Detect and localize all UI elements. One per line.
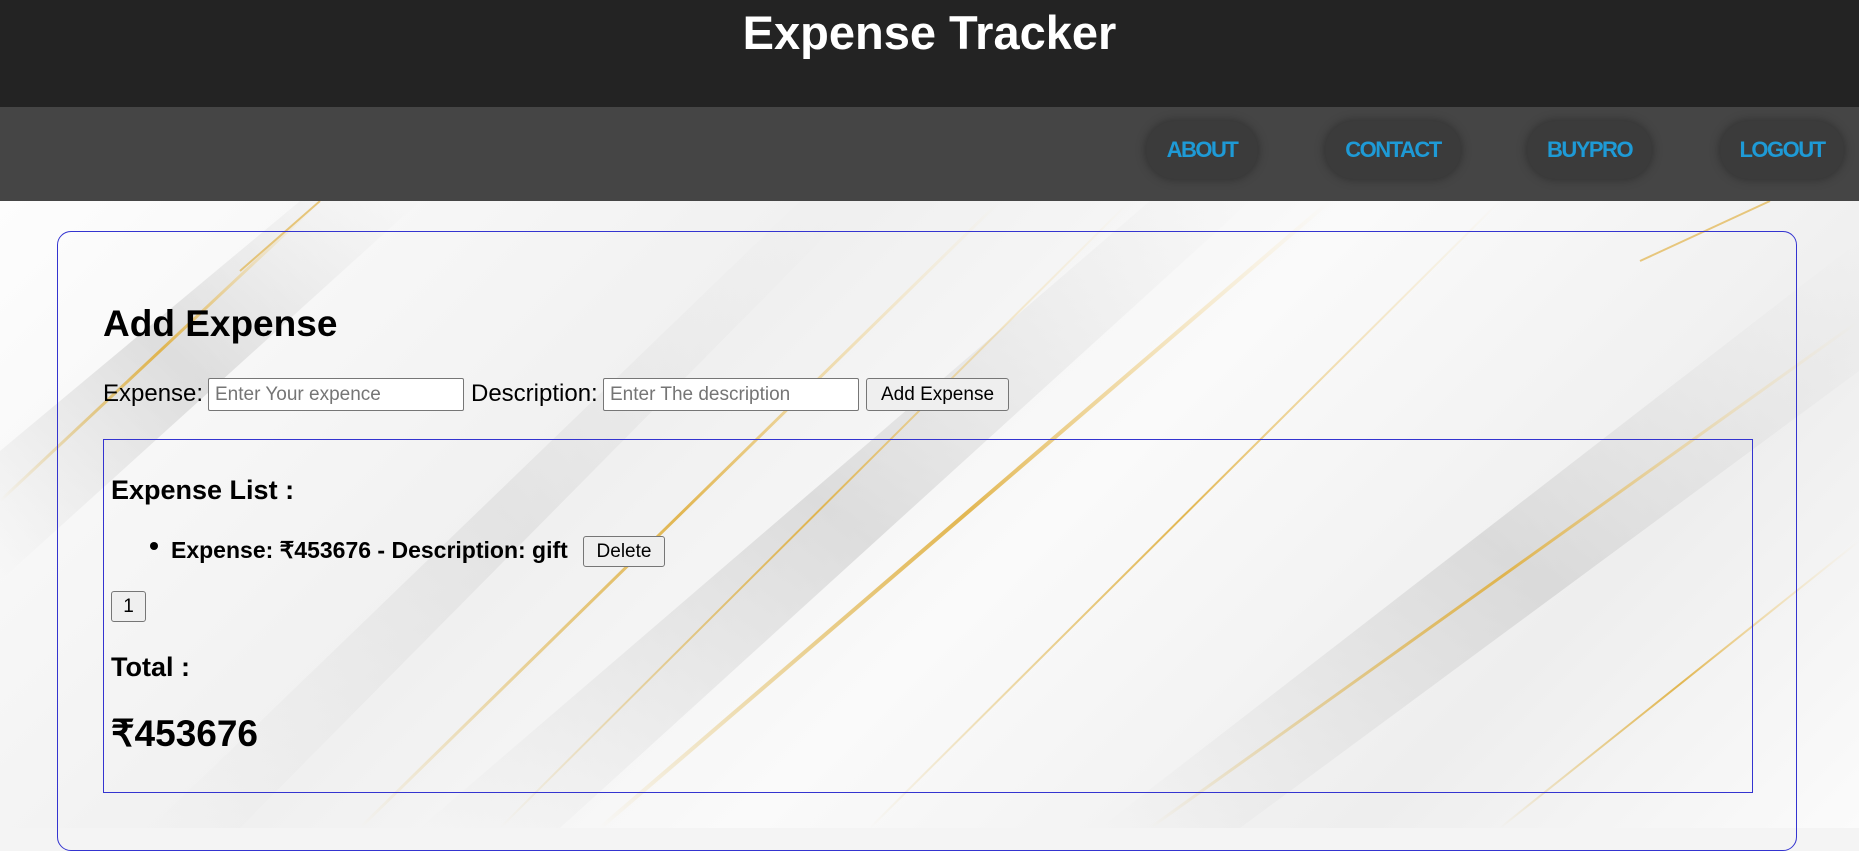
nav-buypro-link[interactable]: BUYPRO [1527,121,1652,179]
expense-list-item: Expense: ₹453676 - Description: gift [171,537,568,563]
expense-label: Expense: [103,380,204,407]
nav-about-link[interactable]: ABOUT [1146,121,1258,179]
app-title: Expense Tracker [742,6,1117,59]
nav-logout-link[interactable]: LOGOUT [1720,121,1844,179]
expense-input[interactable] [208,378,464,411]
app-header: Expense Tracker [0,0,1859,107]
expense-list-heading: Expense List : [111,475,295,505]
add-expense-heading: Add Expense [103,303,338,344]
description-label: Description: [471,380,598,407]
expense-list-panel [103,439,1753,793]
description-input[interactable] [603,378,859,411]
delete-button[interactable]: Delete [583,536,665,567]
add-expense-button[interactable]: Add Expense [866,378,1009,411]
nav-bar: ABOUT CONTACT BUYPRO LOGOUT [0,107,1859,201]
total-label: Total : [111,652,190,682]
nav-contact-link[interactable]: CONTACT [1325,121,1461,179]
list-bullet [150,542,158,550]
total-value: ₹453676 [111,713,259,754]
page-1-button[interactable]: 1 [111,591,146,622]
